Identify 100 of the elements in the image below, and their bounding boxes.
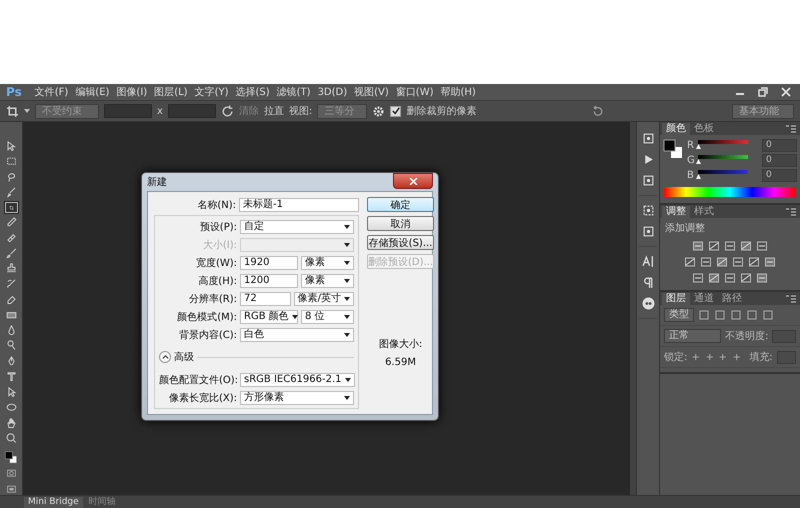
panel-menu-icon[interactable] bbox=[786, 295, 796, 303]
menu-item[interactable]: 窗口(W) bbox=[396, 85, 434, 99]
field-label: 分辨率(R): bbox=[188, 292, 237, 306]
adjustment-icon[interactable] bbox=[732, 256, 744, 268]
close-icon[interactable] bbox=[408, 178, 418, 184]
unit-dropdown[interactable]: 像素/英寸 bbox=[294, 292, 354, 306]
close-button[interactable] bbox=[393, 173, 433, 189]
panel-menu-icon[interactable] bbox=[786, 208, 796, 216]
adjustment-icon[interactable] bbox=[692, 240, 704, 252]
adjustment-icon[interactable] bbox=[684, 256, 696, 268]
dialog-title: 新建 bbox=[147, 176, 167, 189]
menu-item[interactable]: 选择(S) bbox=[235, 85, 270, 99]
unit-dropdown[interactable]: 8 位 bbox=[301, 310, 354, 324]
advanced-label: 高级 bbox=[174, 350, 194, 364]
field-label: 背景内容(C): bbox=[178, 328, 237, 342]
image-size-value: 6.59M bbox=[385, 357, 416, 368]
adjustment-icon[interactable] bbox=[756, 240, 768, 252]
rotate-icon[interactable] bbox=[220, 104, 234, 118]
expand-toggle[interactable] bbox=[159, 351, 171, 363]
menu-item[interactable]: 3D(D) bbox=[318, 86, 348, 98]
text-field[interactable]: 1200 bbox=[240, 274, 298, 288]
channel-value-field[interactable]: 0 bbox=[762, 168, 797, 182]
panel-menu-icon[interactable] bbox=[786, 125, 796, 133]
move-icon[interactable] bbox=[718, 351, 728, 363]
panel-tab[interactable]: 样式 bbox=[690, 206, 718, 218]
channel-label: B bbox=[687, 170, 695, 180]
separator-text: x bbox=[157, 106, 163, 116]
field-label: 颜色模式(M): bbox=[176, 310, 237, 324]
adjustment-icon[interactable] bbox=[708, 272, 720, 284]
adjustment-icon[interactable] bbox=[692, 272, 704, 284]
dialog-button[interactable]: 取消 bbox=[367, 216, 434, 231]
checkbox[interactable] bbox=[390, 106, 402, 116]
adjustment-icon[interactable] bbox=[764, 256, 776, 268]
crop-icon[interactable] bbox=[6, 104, 19, 118]
panel-tab[interactable]: 颜色 bbox=[662, 123, 690, 135]
fill-field[interactable] bbox=[776, 350, 796, 364]
panel-tab[interactable]: 调整 bbox=[662, 206, 690, 218]
panel-tab[interactable]: 路径 bbox=[718, 293, 746, 305]
menu-item[interactable]: 编辑(E) bbox=[75, 85, 110, 99]
adjustment-icon[interactable] bbox=[700, 256, 712, 268]
color-swatches-icon[interactable] bbox=[3, 451, 19, 464]
width-field[interactable] bbox=[104, 104, 152, 118]
caret-icon[interactable] bbox=[24, 109, 30, 113]
layer-filter-dropdown[interactable]: 类型 bbox=[664, 308, 694, 322]
channel-value-field[interactable]: 0 bbox=[762, 138, 797, 152]
color-swatches-icon[interactable] bbox=[663, 139, 683, 159]
workspace-dropdown[interactable]: 基本功能 bbox=[732, 104, 794, 118]
text-field[interactable]: 1920 bbox=[240, 256, 298, 270]
dialog-button[interactable]: 确定 bbox=[367, 197, 434, 212]
slider-thumb[interactable] bbox=[696, 159, 701, 164]
paragraph-icon[interactable] bbox=[642, 276, 654, 289]
character-icon[interactable] bbox=[642, 255, 654, 268]
undo-icon[interactable] bbox=[591, 104, 604, 118]
dropdown[interactable]: 自定 bbox=[240, 220, 354, 234]
menu-item[interactable]: 文字(Y) bbox=[194, 85, 228, 99]
slider-thumb[interactable] bbox=[696, 144, 701, 149]
unit-dropdown[interactable]: 像素 bbox=[301, 274, 354, 288]
chevron-icon[interactable] bbox=[162, 354, 168, 360]
menu-item[interactable]: 视图(V) bbox=[354, 85, 389, 99]
channel-value-field[interactable]: 0 bbox=[762, 154, 797, 166]
settings-icon[interactable] bbox=[372, 104, 386, 118]
opacity-label: 不透明度: bbox=[725, 330, 768, 343]
text-field[interactable]: 72 bbox=[240, 292, 291, 306]
dropdown[interactable]: sRGB IEC61966-2.1 bbox=[240, 372, 355, 386]
height-field[interactable] bbox=[168, 104, 216, 118]
blend-mode-dropdown[interactable]: 正常 bbox=[664, 329, 722, 343]
dropdown[interactable]: 白色 bbox=[240, 328, 354, 342]
adjustment-icon[interactable] bbox=[756, 272, 768, 284]
menu-item[interactable]: 图像(I) bbox=[116, 85, 148, 99]
zoom-icon[interactable] bbox=[4, 432, 18, 444]
straighten-button[interactable]: 拉直 bbox=[264, 104, 284, 118]
adjustment-icon[interactable] bbox=[724, 272, 736, 284]
unit-dropdown[interactable]: 像素 bbox=[301, 256, 354, 270]
adjustment-icon[interactable] bbox=[740, 240, 752, 252]
color-spectrum[interactable] bbox=[664, 187, 796, 197]
dropdown[interactable]: RGB 颜色 bbox=[240, 310, 298, 324]
field-label: 像素长宽比(X): bbox=[168, 392, 237, 404]
adjustment-icon[interactable] bbox=[716, 256, 728, 268]
slider-thumb[interactable] bbox=[696, 174, 701, 179]
panel-tab[interactable]: 图层 bbox=[662, 293, 690, 305]
adjustment-icon[interactable] bbox=[724, 240, 736, 252]
adjustment-icon[interactable] bbox=[740, 272, 752, 284]
bottom-panel-tab[interactable]: Mini Bridge bbox=[24, 497, 83, 508]
menu-item[interactable]: 滤镜(T) bbox=[276, 85, 311, 99]
channel-label: R bbox=[687, 140, 695, 150]
text-field[interactable]: 未标题-1 bbox=[239, 198, 359, 212]
panel-tab[interactable]: 色板 bbox=[690, 123, 718, 135]
field-label: 高度(H): bbox=[197, 274, 237, 288]
panel-tab[interactable]: 通道 bbox=[690, 293, 718, 305]
dropdown[interactable]: 方形像素 bbox=[240, 390, 354, 404]
behance-icon[interactable] bbox=[642, 297, 654, 310]
menu-item[interactable]: 帮助(H) bbox=[440, 85, 476, 99]
crop-icon[interactable] bbox=[4, 202, 18, 214]
adjustment-icon[interactable] bbox=[708, 240, 720, 252]
menu-item[interactable]: 图层(L) bbox=[154, 85, 188, 99]
image-size-label: 图像大小: bbox=[378, 338, 422, 351]
menu-item[interactable]: 文件(F) bbox=[34, 85, 68, 99]
dialog-button[interactable]: 存储预设(S)... bbox=[367, 235, 434, 250]
adjustment-icon[interactable] bbox=[748, 256, 760, 268]
opacity-field[interactable] bbox=[772, 330, 796, 342]
